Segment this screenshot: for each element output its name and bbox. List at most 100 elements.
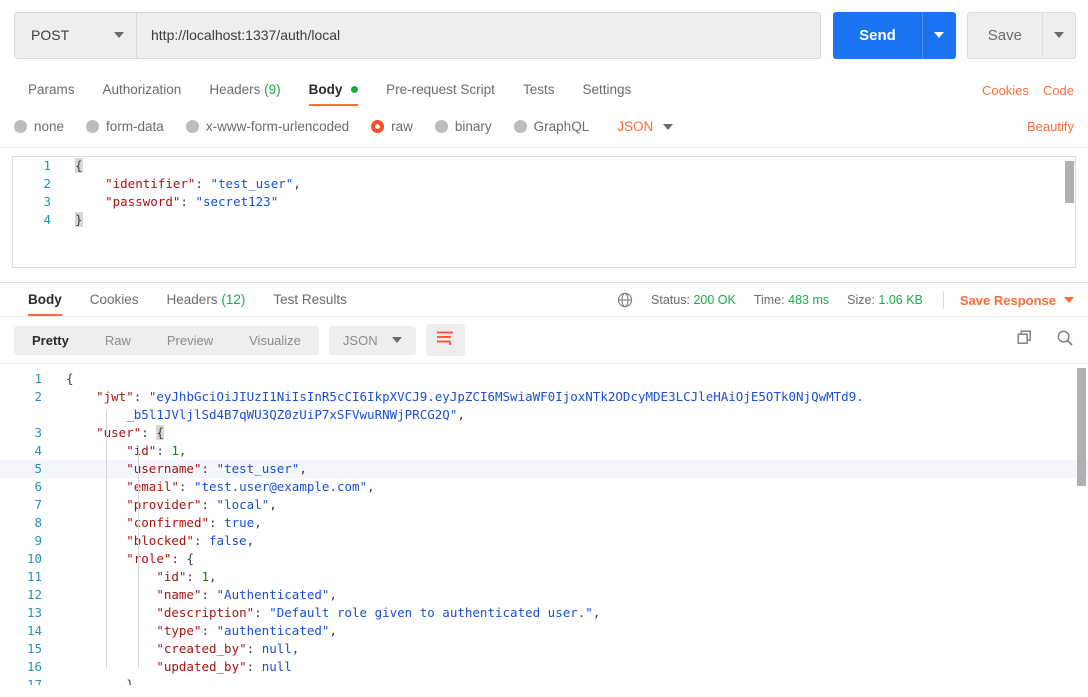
globe-icon <box>617 292 633 308</box>
line-number: 1 <box>43 158 51 173</box>
status-divider <box>942 291 944 309</box>
code-line: 6 "email": "test.user@example.com", <box>0 478 1088 496</box>
scrollbar-thumb[interactable] <box>1077 368 1086 486</box>
code-line: 2 "jwt": "eyJhbGciOiJIUzI1NiIsInR5cCI6Ik… <box>0 388 1088 406</box>
line-number: 10 <box>26 551 42 566</box>
response-headers-count-badge: (12) <box>221 292 246 307</box>
response-body-code[interactable]: 1{2 "jwt": "eyJhbGciOiJIUzI1NiIsInR5cCI6… <box>0 364 1088 685</box>
tab-tests[interactable]: Tests <box>509 82 569 106</box>
body-type-none[interactable]: none <box>14 119 64 134</box>
radio-icon <box>14 120 27 133</box>
code-line-text: "id": 1, <box>156 569 217 584</box>
view-mode-pretty[interactable]: Pretty <box>14 326 87 355</box>
code-line: 3 "user": { <box>0 424 1088 442</box>
view-mode-raw[interactable]: Raw <box>87 326 149 355</box>
body-type-raw[interactable]: raw <box>371 119 413 134</box>
chevron-down-icon <box>663 123 674 130</box>
request-tabs: Params Authorization Headers (9) Body Pr… <box>0 70 1088 106</box>
request-body-code[interactable]: 1{2 "identifier": "test_user", 3 "passwor… <box>13 157 1075 229</box>
size-value: 1.06 KB <box>878 293 923 307</box>
radio-icon <box>86 120 100 133</box>
time-value: 483 ms <box>788 293 830 307</box>
line-number: 1 <box>34 371 42 386</box>
http-method-select[interactable]: POST <box>15 12 137 58</box>
code-link[interactable]: Code <box>1043 83 1074 98</box>
send-options-button[interactable] <box>921 11 956 59</box>
beautify-link[interactable]: Beautify <box>1027 119 1074 134</box>
line-number: 17 <box>26 677 42 685</box>
code-line-text: "password": "secret123" <box>105 194 279 209</box>
fold-guide-line <box>138 446 139 668</box>
response-tabs: Body Cookies Headers (12) Test Results S… <box>0 283 1088 317</box>
time-label: Time: <box>753 293 785 307</box>
tab-pre-request-script[interactable]: Pre-request Script <box>372 82 509 106</box>
tab-authorization[interactable]: Authorization <box>89 82 196 106</box>
code-line-text: "username": "test_user", <box>126 461 307 476</box>
code-line: 4 "id": 1, <box>0 442 1088 460</box>
request-url-bar: POST Send Save <box>0 0 1088 70</box>
tab-label: Tests <box>522 82 555 97</box>
code-line: 13 "description": "Default role given to… <box>0 604 1088 622</box>
save-button-group: Save <box>966 11 1076 59</box>
status-value: 200 OK <box>693 293 736 307</box>
code-line-text: "confirmed": true, <box>126 515 262 530</box>
response-tab-test-results[interactable]: Test Results <box>259 292 361 316</box>
body-type-binary[interactable]: binary <box>434 119 492 134</box>
response-format-select[interactable]: JSON <box>328 325 416 355</box>
response-scrollbar[interactable] <box>1077 366 1086 682</box>
tab-label: Settings <box>582 82 632 97</box>
tab-label: Pre-request Script <box>386 82 495 97</box>
code-line: 16 "updated_by": null <box>0 658 1088 676</box>
status-code-item: Status: 200 OK <box>651 293 736 307</box>
tab-body[interactable]: Body <box>295 82 373 106</box>
view-mode-visualize[interactable]: Visualize <box>231 326 319 355</box>
body-type-graphql[interactable]: GraphQL <box>513 119 589 134</box>
code-line-text: "updated_by": null <box>156 659 292 674</box>
save-button[interactable]: Save <box>966 11 1042 59</box>
copy-icon[interactable] <box>1016 329 1034 352</box>
wrap-lines-button[interactable] <box>425 324 465 356</box>
body-type-x-www-form-urlencoded[interactable]: x-www-form-urlencoded <box>185 119 350 134</box>
body-format-select[interactable]: JSON <box>617 119 674 134</box>
response-format-label: JSON <box>342 332 378 348</box>
headers-count-badge: (9) <box>264 82 281 97</box>
body-type-form-data[interactable]: form-data <box>86 119 164 134</box>
save-response-label: Save Response <box>959 292 1056 308</box>
code-line: 4} <box>13 211 1075 229</box>
save-response-button[interactable]: Save Response <box>960 293 1074 308</box>
tab-label: Test Results <box>273 292 347 307</box>
send-button[interactable]: Send <box>833 11 922 59</box>
response-time-item: Time: 483 ms <box>754 293 829 307</box>
request-editor-scrollbar[interactable] <box>1065 159 1074 267</box>
request-body-editor[interactable]: 1{2 "identifier": "test_user", 3 "passwor… <box>12 156 1076 268</box>
tab-settings[interactable]: Settings <box>568 82 645 106</box>
code-line-text: "name": "Authenticated", <box>156 587 337 602</box>
code-line: 8 "confirmed": true, <box>0 514 1088 532</box>
tab-headers[interactable]: Headers (9) <box>195 82 294 106</box>
response-tab-body[interactable]: Body <box>14 292 76 316</box>
line-number <box>0 406 52 424</box>
code-line-text: } <box>75 212 83 227</box>
code-line: 5 "username": "test_user", <box>0 460 1088 478</box>
request-url-input[interactable] <box>137 12 821 58</box>
radio-label: x-www-form-urlencoded <box>205 119 350 134</box>
view-mode-preview[interactable]: Preview <box>149 326 231 355</box>
search-icon[interactable] <box>1056 329 1074 352</box>
response-status-bar: Status: 200 OK Time: 483 ms Size: 1.06 K… <box>617 291 1074 316</box>
code-line: 1{ <box>0 370 1088 388</box>
code-line: 3 "password": "secret123" <box>13 193 1075 211</box>
save-options-button[interactable] <box>1042 11 1076 59</box>
radio-icon <box>513 120 527 133</box>
cookies-link[interactable]: Cookies <box>982 83 1029 98</box>
line-number: 4 <box>34 443 42 458</box>
code-line: 17 }, <box>0 676 1088 685</box>
radio-icon <box>185 120 199 133</box>
response-tab-cookies[interactable]: Cookies <box>76 292 153 316</box>
response-body-viewer[interactable]: 1{2 "jwt": "eyJhbGciOiJIUzI1NiIsInR5cCI6… <box>0 363 1088 685</box>
line-number: 13 <box>26 605 42 620</box>
body-format-label: JSON <box>617 119 654 134</box>
scrollbar-thumb[interactable] <box>1065 161 1074 203</box>
tab-params[interactable]: Params <box>14 82 89 106</box>
radio-icon <box>434 120 448 133</box>
response-tab-headers[interactable]: Headers (12) <box>153 292 260 316</box>
